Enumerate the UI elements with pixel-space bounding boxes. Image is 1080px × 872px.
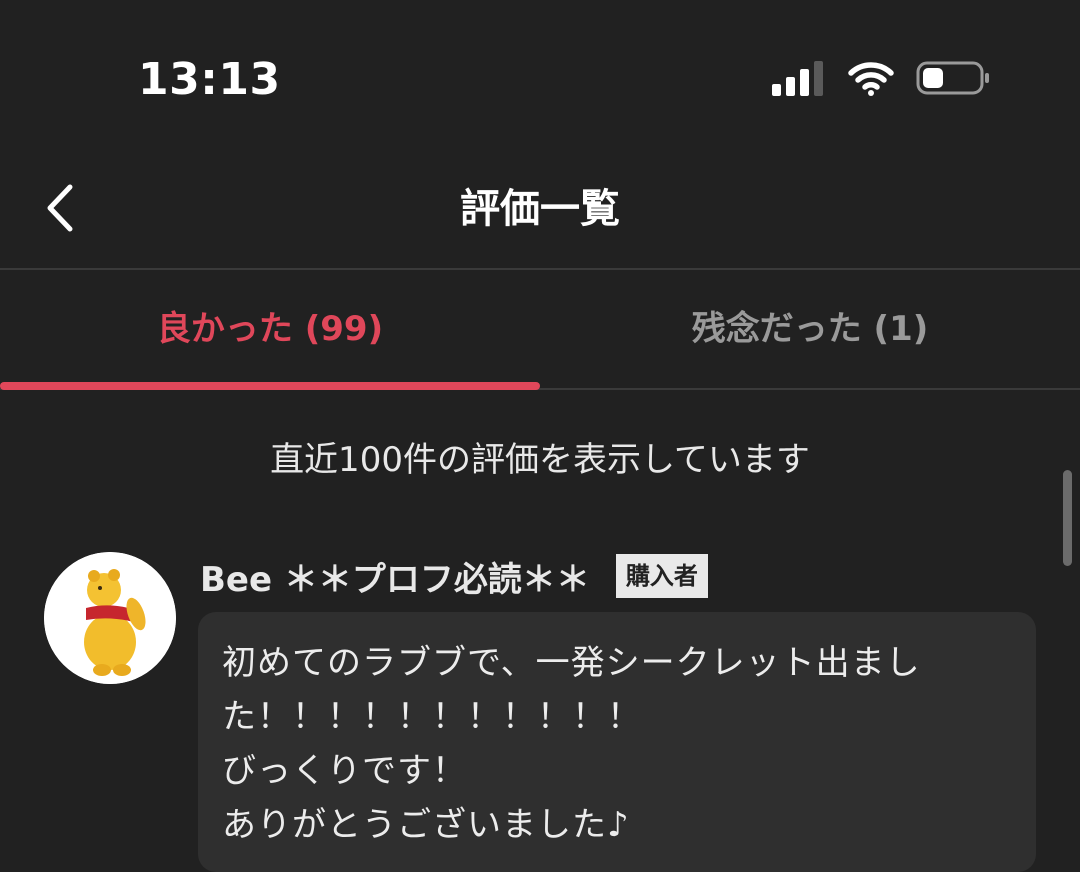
tab-bad[interactable]: 残念だった (1) — [540, 270, 1080, 388]
wifi-icon — [848, 60, 894, 100]
avatar[interactable] — [44, 552, 176, 684]
status-time: 13:13 — [138, 54, 281, 105]
bear-avatar-icon — [44, 552, 176, 684]
battery-icon — [916, 60, 992, 100]
review-bubble: 初めてのラブブで、一発シークレット出ました！！！！！！！！！！！ びっくりです！… — [198, 612, 1036, 872]
status-icons — [772, 60, 992, 100]
buyer-badge: 購入者 — [615, 554, 708, 598]
tab-good[interactable]: 良かった (99) — [0, 270, 540, 390]
cellular-signal-icon — [772, 60, 826, 100]
scrollbar[interactable] — [1063, 470, 1072, 566]
tab-bad-label: 残念だった (1) — [691, 309, 929, 349]
status-bar: 13:13 — [0, 0, 1080, 160]
notice-text: 直近100件の評価を表示しています — [270, 440, 810, 480]
review-header: Bee ＊＊プロフ必読＊＊ 購入者 — [200, 552, 708, 600]
page-title: 評価一覧 — [460, 186, 620, 232]
review-username[interactable]: Bee ＊＊プロフ必読＊＊ — [200, 552, 590, 601]
navigation-bar: 評価一覧 — [0, 160, 1080, 270]
rating-tabs: 良かった (99) 残念だった (1) — [0, 270, 1080, 390]
review-text: 初めてのラブブで、一発シークレット出ました！！！！！！！！！！！ びっくりです！… — [222, 643, 921, 845]
active-tab-indicator — [0, 382, 540, 390]
tab-good-label: 良かった (99) — [156, 309, 384, 349]
